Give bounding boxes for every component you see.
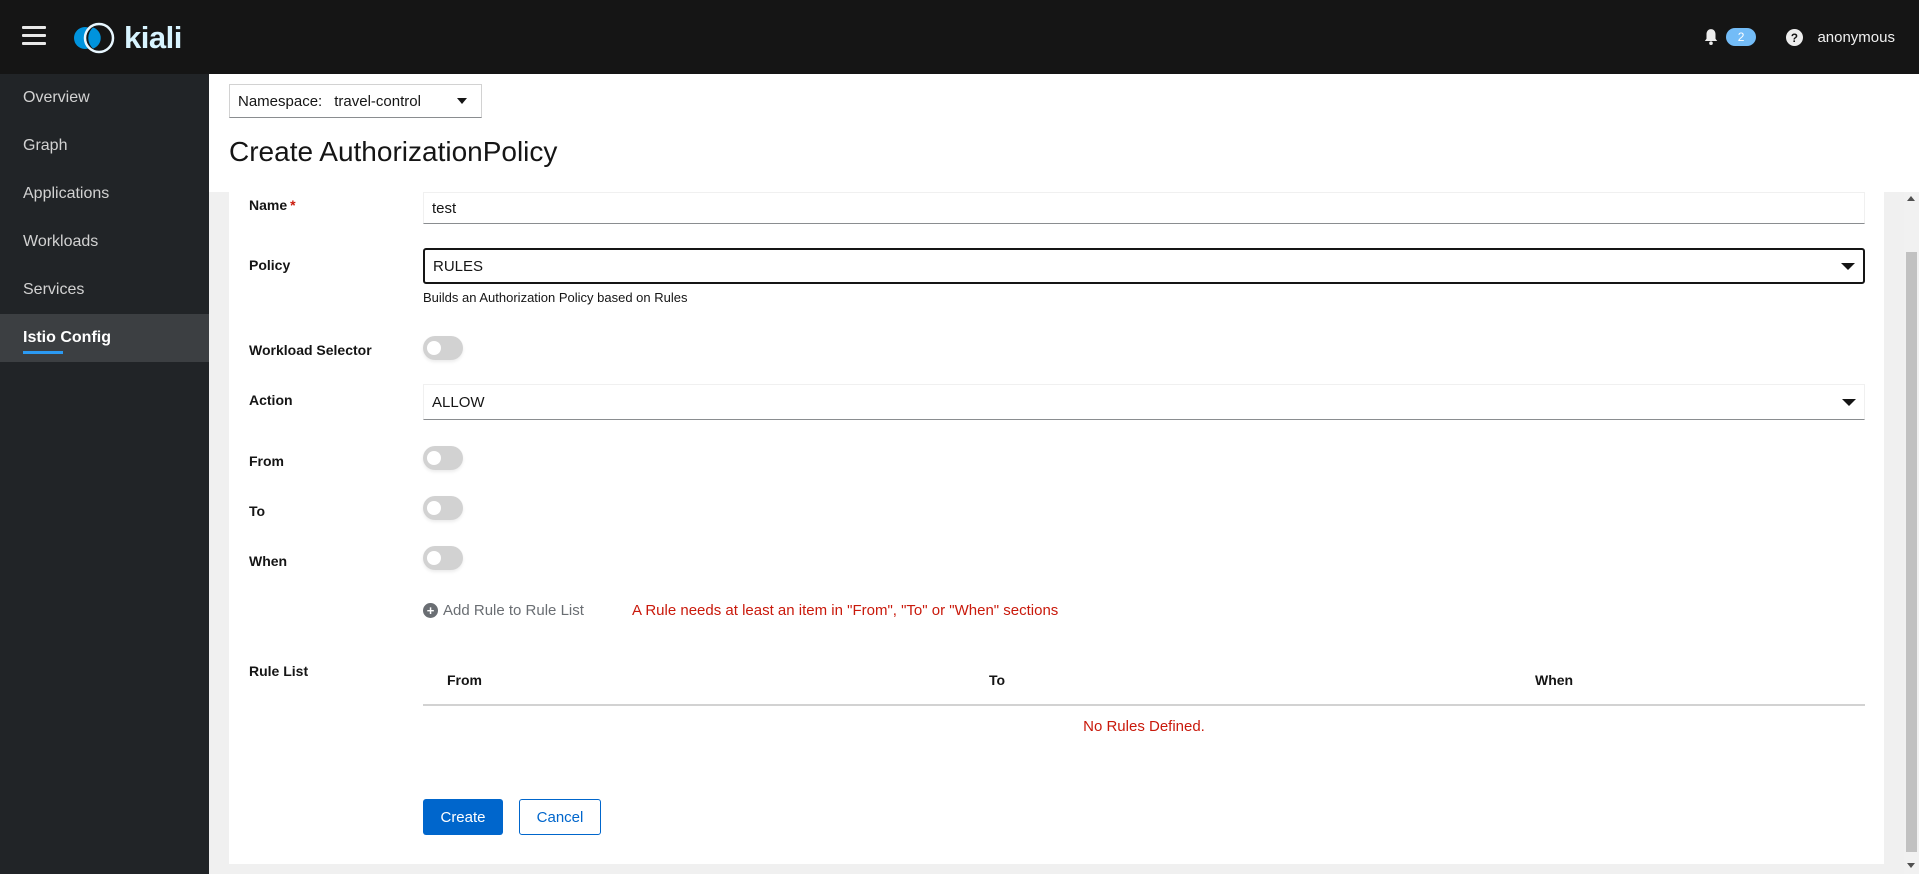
policy-select[interactable]: RULES: [423, 248, 1865, 284]
workload-selector-toggle[interactable]: [423, 336, 463, 360]
rule-list-header: From To When: [423, 650, 1865, 706]
scrollbar-thumb[interactable]: [1906, 252, 1917, 852]
caret-down-icon: [457, 98, 467, 104]
action-select[interactable]: ALLOW: [423, 384, 1865, 420]
cancel-button[interactable]: Cancel: [519, 799, 601, 835]
sidebar-item-services[interactable]: Services: [0, 266, 209, 314]
workload-selector-label: Workload Selector: [249, 342, 372, 358]
scroll-down-arrow-icon[interactable]: [1907, 863, 1915, 868]
rule-list-empty-message: No Rules Defined.: [1083, 718, 1205, 735]
sidebar-item-graph[interactable]: Graph: [0, 122, 209, 170]
masthead: kiali 2 ? anonymous: [0, 0, 1919, 74]
from-toggle[interactable]: [423, 446, 463, 470]
sidebar-nav: Overview Graph Applications Workloads Se…: [0, 74, 209, 874]
rule-list-table: From To When No Rules Defined.: [423, 650, 1865, 735]
help-icon[interactable]: ?: [1786, 28, 1804, 46]
name-label: Name *: [249, 197, 296, 213]
namespace-selector[interactable]: Namespace: travel-control: [229, 84, 482, 118]
caret-down-icon: [1842, 399, 1856, 406]
policy-label: Policy: [249, 257, 291, 273]
create-button[interactable]: Create: [423, 799, 503, 835]
when-toggle[interactable]: [423, 546, 463, 570]
to-label: To: [249, 503, 266, 519]
name-field-wrapper: [423, 192, 1865, 224]
bell-icon[interactable]: [1702, 28, 1720, 46]
kiali-logo-icon: [74, 22, 115, 54]
sidebar-item-overview[interactable]: Overview: [0, 74, 209, 122]
content-scrollbar[interactable]: [1904, 192, 1919, 874]
hamburger-menu-icon[interactable]: [22, 26, 46, 46]
notification-badge[interactable]: 2: [1725, 28, 1757, 46]
when-label: When: [249, 553, 288, 569]
sidebar-item-workloads[interactable]: Workloads: [0, 218, 209, 266]
add-rule-button[interactable]: + Add Rule to Rule List: [423, 602, 584, 619]
policy-helper-text: Builds an Authorization Policy based on …: [423, 290, 688, 305]
column-header-from: From: [447, 672, 482, 688]
namespace-label: Namespace:: [238, 92, 323, 110]
plus-circle-icon: +: [423, 603, 438, 618]
page-title: Create AuthorizationPolicy: [229, 136, 558, 167]
header-tools: 2 ? anonymous: [1702, 0, 1895, 74]
action-field-wrapper: ALLOW: [423, 384, 1865, 420]
kiali-logo[interactable]: kiali: [70, 20, 182, 56]
rule-list-label: Rule List: [249, 663, 309, 679]
rule-error-message: A Rule needs at least an item in "From",…: [632, 602, 1059, 619]
column-header-to: To: [989, 672, 1006, 688]
action-select-value: ALLOW: [432, 393, 485, 411]
to-toggle[interactable]: [423, 496, 463, 520]
authorization-policy-form: Name* Policy RULES Builds an Authorizati…: [229, 192, 1884, 864]
brand-name: kiali: [124, 20, 182, 55]
from-label: From: [249, 453, 284, 469]
page-header: Namespace: travel-control Create Authori…: [209, 74, 1919, 192]
required-mark: *: [290, 197, 296, 213]
scroll-up-arrow-icon[interactable]: [1907, 196, 1915, 201]
policy-field-wrapper: RULES Builds an Authorization Policy bas…: [423, 248, 1865, 305]
column-header-when: When: [1535, 672, 1574, 688]
policy-select-value: RULES: [433, 257, 484, 275]
action-label: Action: [249, 392, 293, 408]
namespace-value: travel-control: [334, 92, 421, 110]
sidebar-item-istio-config[interactable]: Istio Config: [0, 314, 209, 362]
user-menu[interactable]: anonymous: [1817, 29, 1895, 46]
add-rule-label: Add Rule to Rule List: [443, 602, 584, 619]
name-input[interactable]: [423, 192, 1865, 224]
svg-text:?: ?: [1791, 31, 1798, 44]
sidebar-item-applications[interactable]: Applications: [0, 170, 209, 218]
caret-down-icon: [1841, 263, 1855, 270]
